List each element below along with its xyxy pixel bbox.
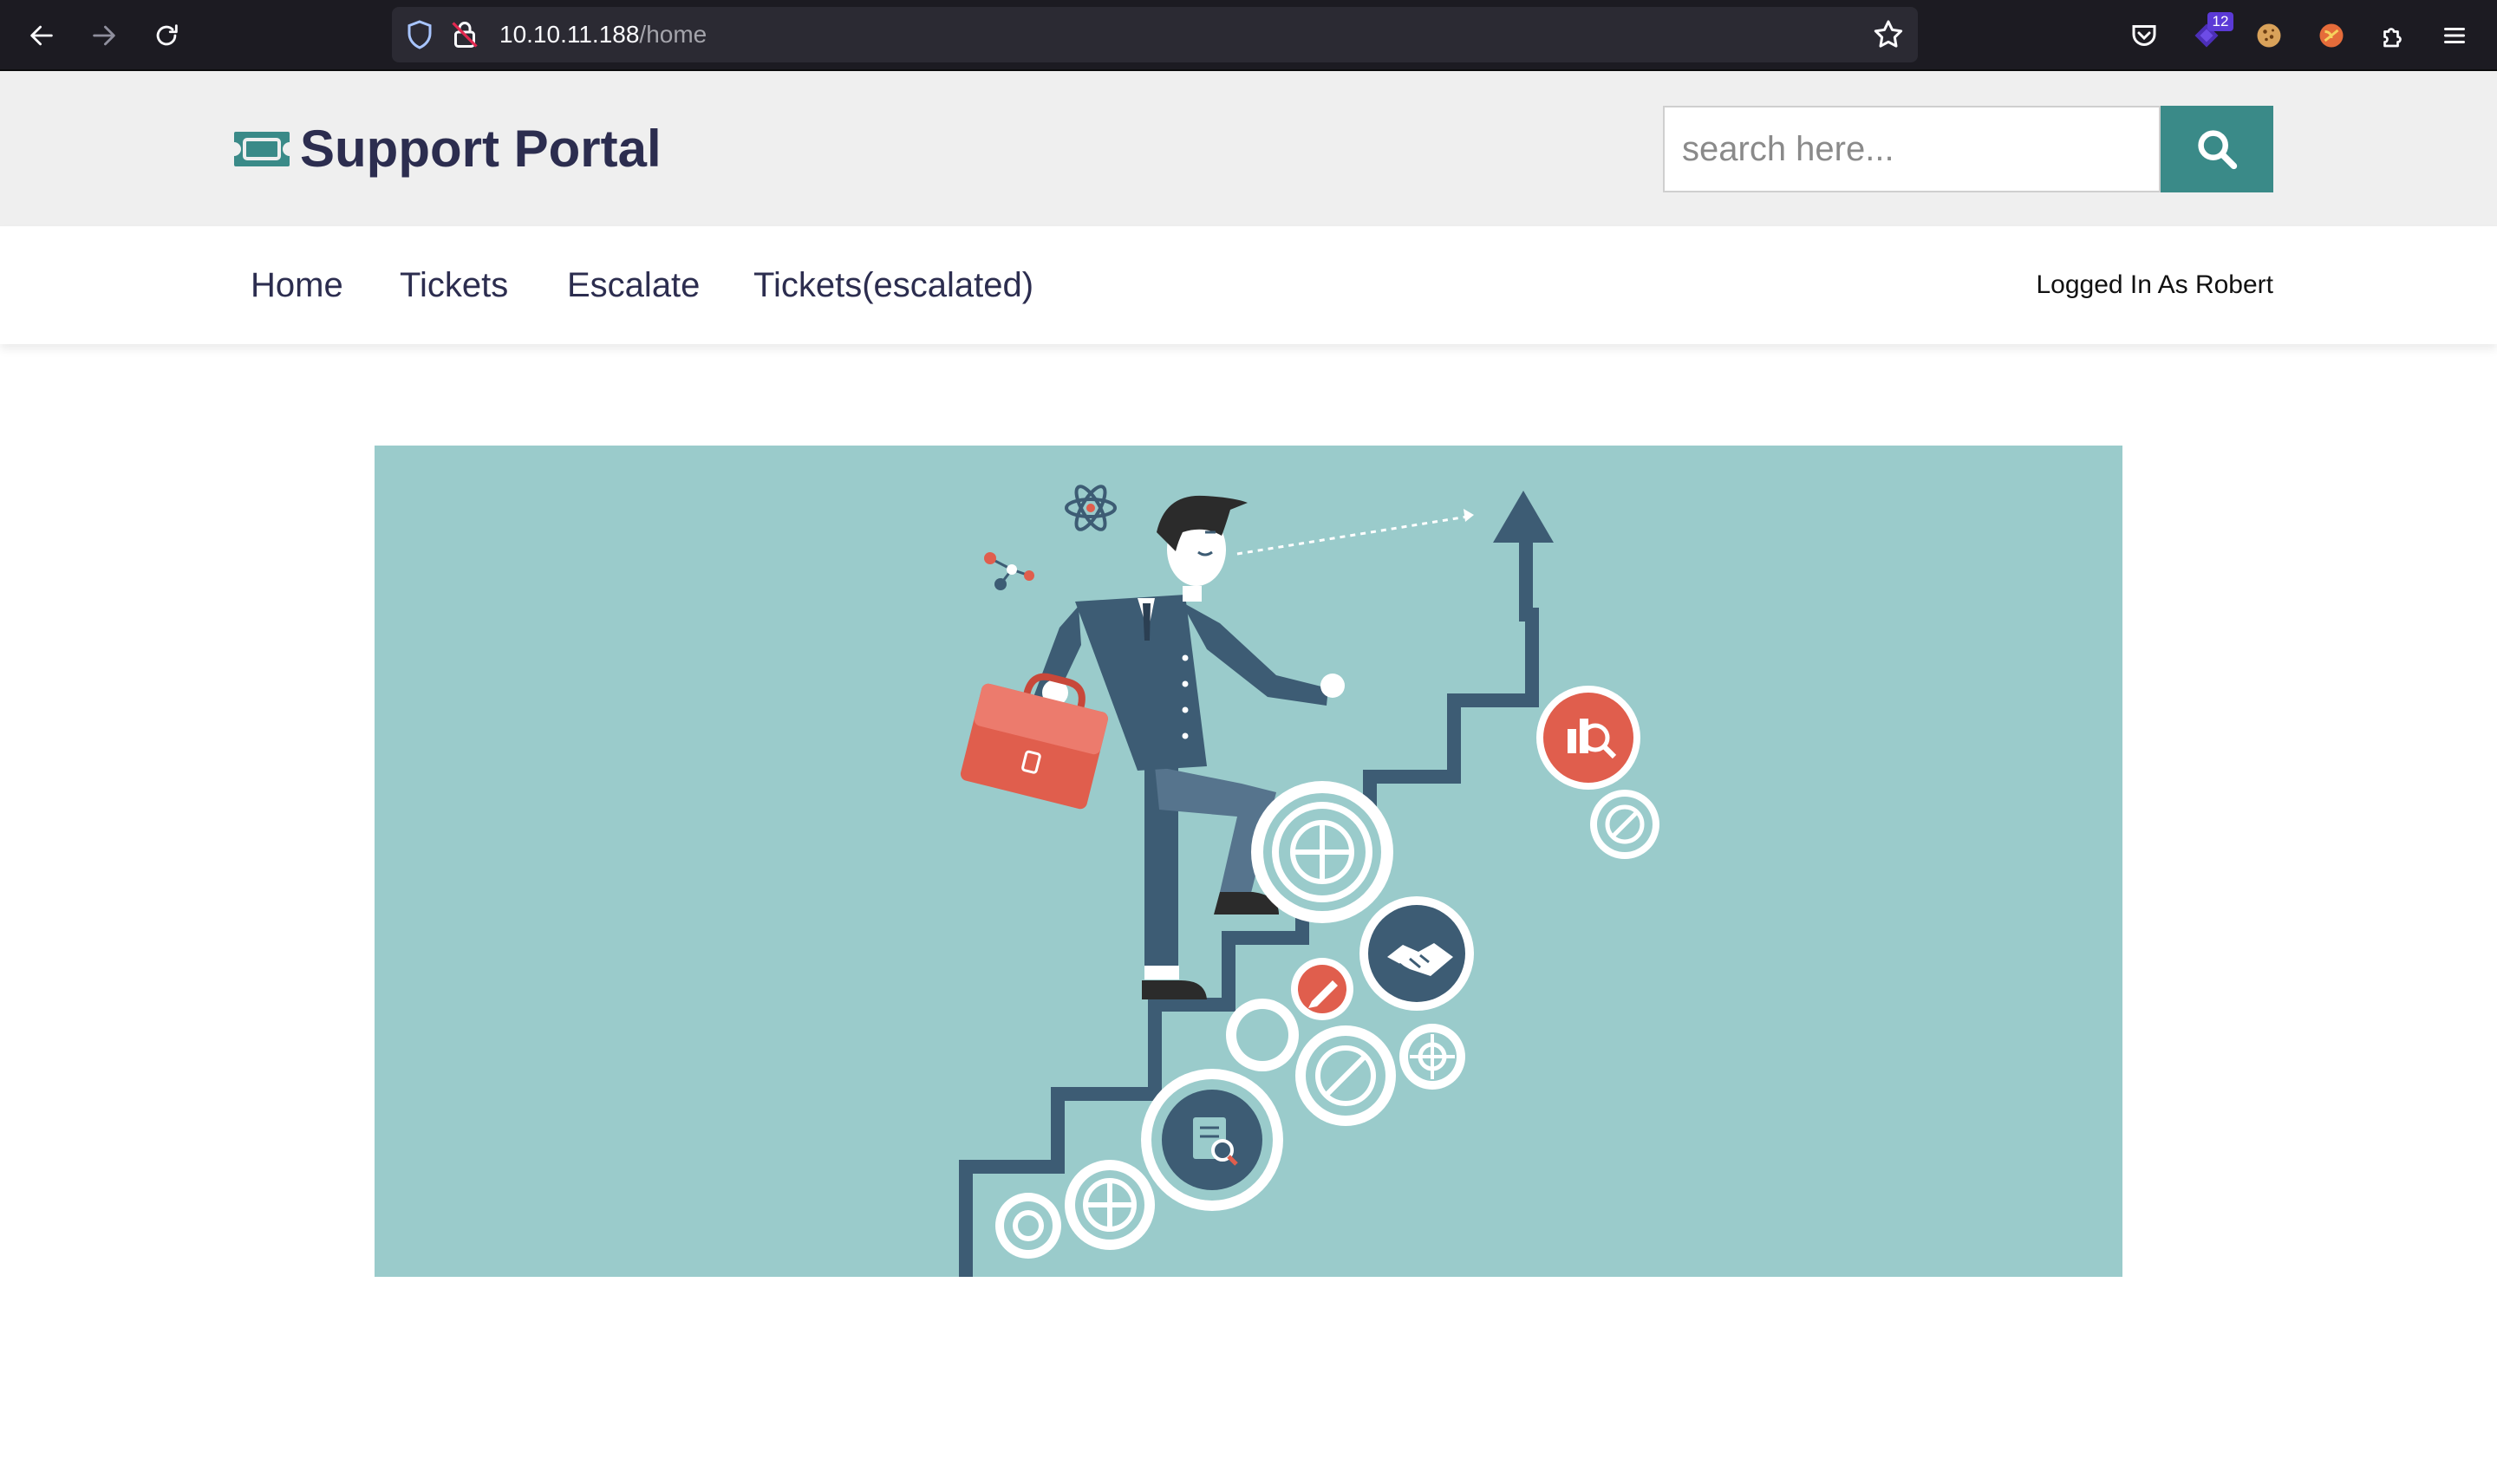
extension-icon [2319, 23, 2344, 48]
chart-search-gear-icon [1536, 686, 1640, 790]
shield-icon[interactable] [404, 19, 435, 50]
lock-icon[interactable] [449, 19, 480, 50]
browser-toolbar: 10.10.11.188/home 12 [0, 0, 2497, 71]
extension-button[interactable] [2313, 17, 2350, 54]
cookie-extension-button[interactable] [2251, 17, 2287, 54]
address-bar[interactable]: 10.10.11.188/home [392, 7, 1918, 62]
handshake-gear-icon [1359, 896, 1474, 1011]
search-icon [2198, 130, 2238, 170]
search-input[interactable] [1663, 106, 2161, 192]
nav-tickets-escalated[interactable]: Tickets(escalated) [753, 226, 1033, 344]
pencil-gear-icon [1291, 958, 1353, 1020]
hero-illustration [959, 485, 1659, 1277]
nav-tickets[interactable]: Tickets [400, 226, 508, 344]
cancel-gear-icon [1590, 790, 1659, 859]
reload-icon [156, 24, 178, 46]
forward-icon [93, 25, 115, 46]
briefcase-icon [960, 673, 1108, 810]
cookie-icon [2257, 23, 2281, 48]
gear-icon [1251, 781, 1393, 923]
nav-escalate[interactable]: Escalate [567, 226, 700, 344]
forward-button[interactable] [87, 18, 121, 53]
extensions-menu-button[interactable] [2376, 17, 2412, 54]
cancel-gear-icon [1295, 1025, 1396, 1126]
url-host: 10.10.11.188 [499, 21, 640, 48]
extension-button-badge[interactable]: 12 [2188, 12, 2233, 54]
gear-icon [995, 1193, 1061, 1259]
nav-home[interactable]: Home [251, 226, 343, 344]
logo-text: Support Portal [300, 120, 662, 178]
search-button[interactable] [2161, 106, 2273, 192]
bookmark-star-icon[interactable] [1871, 17, 1906, 52]
puzzle-icon [2383, 28, 2402, 48]
back-icon [30, 25, 53, 46]
document-search-gear-icon [1141, 1069, 1283, 1211]
logged-in-status: Logged In As Robert [2036, 270, 2273, 299]
atom-icon [1065, 485, 1117, 531]
extension-badge: 12 [2207, 12, 2233, 31]
hero-banner [375, 446, 2122, 1277]
back-button[interactable] [24, 18, 59, 53]
menu-icon [2444, 28, 2465, 43]
url-path: /home [639, 21, 707, 48]
app-menu-button[interactable] [2436, 17, 2473, 54]
site-header: Support Portal [0, 71, 2497, 226]
crosshair-gear-icon [1399, 1024, 1465, 1090]
pocket-button[interactable] [2126, 17, 2162, 54]
reload-button[interactable] [149, 18, 184, 53]
url-text[interactable]: 10.10.11.188/home [499, 7, 707, 62]
logo[interactable]: Support Portal [232, 114, 662, 184]
gear-icon [1065, 1160, 1155, 1250]
main-nav: Home Tickets Escalate Tickets(escalated)… [0, 226, 2497, 344]
pocket-icon [2132, 25, 2156, 46]
molecule-icon [984, 552, 1034, 590]
gear-icon [1226, 999, 1299, 1071]
ticket-icon [234, 132, 290, 166]
